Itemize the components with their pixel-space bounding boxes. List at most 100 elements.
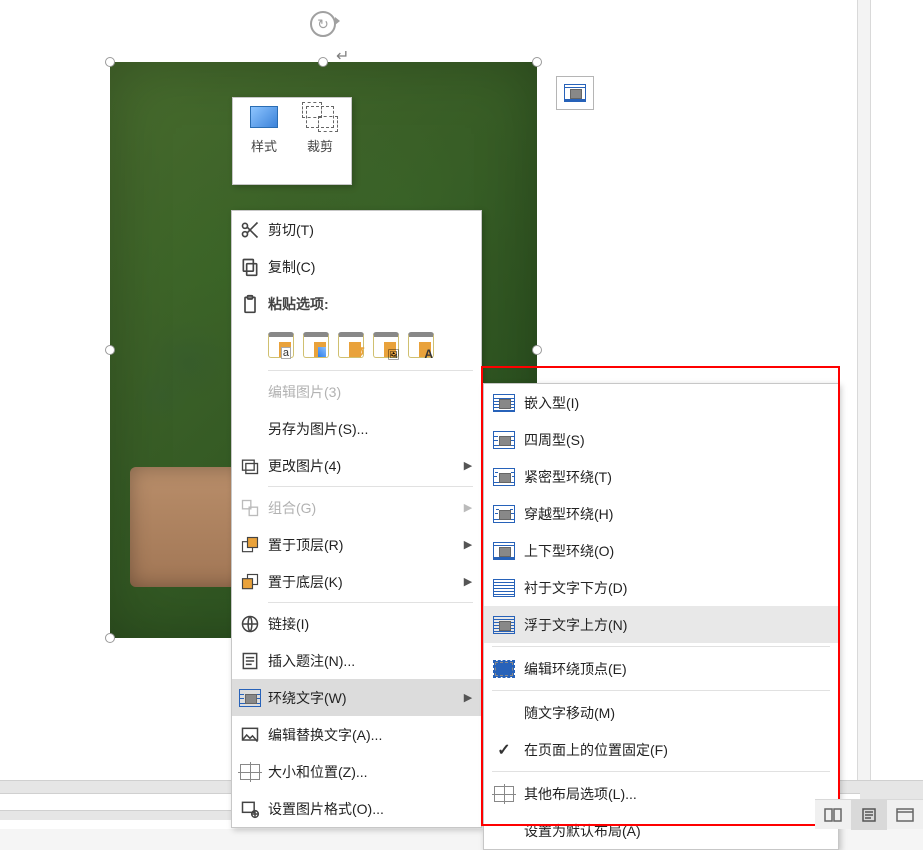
paste-header-label: 粘贴选项: (268, 294, 473, 314)
wrap-tight-icon (493, 468, 515, 486)
wrap-behind[interactable]: 衬于文字下方(D) (484, 569, 838, 606)
resize-handle-bl[interactable] (105, 633, 115, 643)
wrap-behind-label: 衬于文字下方(D) (524, 578, 838, 598)
wrap-square[interactable]: 四周型(S) (484, 421, 838, 458)
menu-copy[interactable]: 复制(C) (232, 248, 481, 285)
print-layout-view[interactable] (851, 800, 887, 830)
layout-options-button[interactable] (556, 76, 594, 110)
crop-label: 裁剪 (307, 136, 333, 155)
web-layout-view[interactable] (887, 800, 923, 830)
menu-link[interactable]: 链接(I) (232, 605, 481, 642)
mini-toolbar: 样式 裁剪 (232, 97, 352, 185)
submenu-arrow-icon: ▶ (463, 575, 473, 588)
edit-picture-label: 编辑图片(3) (268, 382, 473, 402)
wrap-set-default[interactable]: 设置为默认布局(A) (484, 812, 838, 849)
edit-alt-label: 编辑替换文字(A)... (268, 725, 473, 745)
submenu-arrow-icon: ▶ (463, 501, 473, 514)
wrap-more-options[interactable]: 其他布局选项(L)... (484, 775, 838, 812)
resize-handle-tl[interactable] (105, 57, 115, 67)
menu-save-as-picture[interactable]: 另存为图片(S)... (232, 410, 481, 447)
menu-edit-picture: 编辑图片(3) (232, 373, 481, 410)
resize-handle-tr[interactable] (532, 57, 542, 67)
rotate-handle[interactable]: ↻ (310, 11, 336, 37)
resize-handle-ml[interactable] (105, 345, 115, 355)
wrap-inline-icon (493, 394, 515, 412)
size-pos-label: 大小和位置(Z)... (268, 762, 473, 782)
wrap-text-icon (239, 689, 261, 707)
save-as-picture-label: 另存为图片(S)... (268, 419, 473, 439)
menu-wrap-text[interactable]: 环绕文字(W) ▶ (232, 679, 481, 716)
wrap-tight[interactable]: 紧密型环绕(T) (484, 458, 838, 495)
menu-send-back[interactable]: 置于底层(K) ▶ (232, 563, 481, 600)
wrap-through-icon (493, 505, 515, 523)
wrap-edit-points-icon (493, 660, 515, 678)
wrap-inline-label: 嵌入型(I) (524, 393, 838, 413)
submenu-arrow-icon: ▶ (463, 691, 473, 704)
paste-keep-source-fmt[interactable] (338, 332, 364, 358)
menu-edit-alt[interactable]: 编辑替换文字(A)... (232, 716, 481, 753)
wrap-top-bottom[interactable]: 上下型环绕(O) (484, 532, 838, 569)
menu-insert-caption[interactable]: 插入题注(N)... (232, 642, 481, 679)
menu-group: 组合(G) ▶ (232, 489, 481, 526)
menu-change-picture[interactable]: 更改图片(4) ▶ (232, 447, 481, 484)
wrap-inline[interactable]: 嵌入型(I) (484, 384, 838, 421)
menu-copy-label: 复制(C) (268, 257, 473, 277)
wrap-move-with-text[interactable]: 随文字移动(M) (484, 694, 838, 731)
wrap-fixed-position[interactable]: 在页面上的位置固定(F) (484, 731, 838, 768)
paste-merge[interactable] (303, 332, 329, 358)
wrap-text-label: 环绕文字(W) (268, 688, 463, 708)
wrap-square-label: 四周型(S) (524, 430, 838, 450)
wrap-top-bottom-label: 上下型环绕(O) (524, 541, 838, 561)
clipboard-icon (240, 294, 260, 314)
bring-front-icon (240, 535, 260, 555)
send-back-icon (240, 572, 260, 592)
layout-options-icon (564, 84, 586, 102)
menu-cut[interactable]: 剪切(T) (232, 211, 481, 248)
picture-style-icon (250, 106, 278, 128)
resize-handle-mr[interactable] (532, 345, 542, 355)
copy-icon (240, 257, 260, 277)
change-picture-icon (240, 456, 260, 476)
format-picture-icon (240, 799, 260, 819)
paste-text-only[interactable] (408, 332, 434, 358)
wrap-through-label: 穿越型环绕(H) (524, 504, 838, 524)
change-picture-label: 更改图片(4) (268, 456, 463, 476)
set-default-label: 设置为默认布局(A) (524, 821, 838, 841)
menu-cut-label: 剪切(T) (268, 220, 473, 240)
wrap-in-front[interactable]: 浮于文字上方(N) (484, 606, 838, 643)
link-label: 链接(I) (268, 614, 473, 634)
menu-format-picture[interactable]: 设置图片格式(O)... (232, 790, 481, 827)
wrap-edit-points-label: 编辑环绕顶点(E) (524, 659, 838, 679)
wrap-through[interactable]: 穿越型环绕(H) (484, 495, 838, 532)
wrap-behind-icon (493, 579, 515, 597)
paste-keep-source[interactable] (268, 332, 294, 358)
wrap-top-bottom-icon (493, 542, 515, 560)
read-mode-view[interactable] (815, 800, 851, 830)
more-layout-icon (494, 786, 514, 802)
context-menu: 剪切(T) 复制(C) 粘贴选项: 编辑图片(3) 另存为图片(S)... (231, 210, 482, 828)
menu-size-pos[interactable]: 大小和位置(Z)... (232, 753, 481, 790)
group-icon (240, 498, 260, 518)
style-button[interactable]: 样式 (239, 106, 289, 184)
submenu-arrow-icon: ▶ (463, 459, 473, 472)
bring-front-label: 置于顶层(R) (268, 535, 463, 555)
paste-picture[interactable] (373, 332, 399, 358)
more-layout-label: 其他布局选项(L)... (524, 784, 838, 804)
link-icon (240, 614, 260, 634)
crop-button[interactable]: 裁剪 (295, 106, 345, 184)
wrap-tight-label: 紧密型环绕(T) (524, 467, 838, 487)
document-canvas: ↵ ↻ 样式 裁剪 剪切(T) 复制(C) 粘贴选项: (0, 0, 923, 829)
fixed-position-label: 在页面上的位置固定(F) (524, 740, 838, 760)
insert-caption-label: 插入题注(N)... (268, 651, 473, 671)
style-label: 样式 (251, 136, 277, 155)
scissors-icon (240, 220, 260, 240)
menu-bring-front[interactable]: 置于顶层(R) ▶ (232, 526, 481, 563)
wrap-in-front-icon (493, 616, 515, 634)
move-with-text-label: 随文字移动(M) (524, 703, 838, 723)
wrap-in-front-label: 浮于文字上方(N) (524, 615, 838, 635)
vertical-ruler (857, 0, 871, 780)
wrap-edit-points[interactable]: 编辑环绕顶点(E) (484, 650, 838, 687)
menu-paste-header: 粘贴选项: (232, 285, 481, 322)
group-label: 组合(G) (268, 498, 463, 518)
resize-handle-tm[interactable] (318, 57, 328, 67)
